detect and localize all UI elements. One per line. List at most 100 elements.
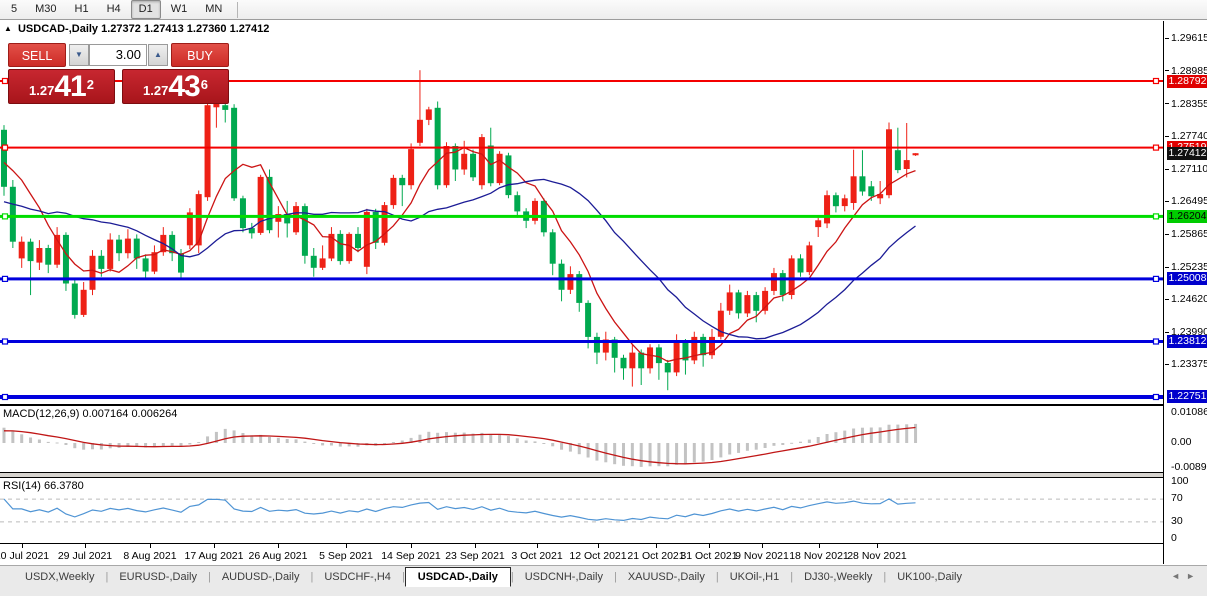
price-tick [1165, 103, 1169, 104]
date-tick [214, 544, 215, 548]
date-tick [762, 544, 763, 548]
price-tick [1165, 364, 1169, 365]
chart-symbol: USDCAD-,Daily [18, 23, 98, 35]
macd-indicator-pane: MACD(12,26,9) 0.007164 0.006264 [0, 405, 1163, 473]
price-tick [1165, 38, 1169, 39]
current-price-badge: 1.27412 [1167, 147, 1207, 160]
collapse-icon[interactable]: ▲ [4, 24, 12, 33]
rsi-value: 66.3780 [44, 480, 84, 492]
date-tick [537, 544, 538, 548]
chevron-up-icon: ▲ [154, 50, 162, 59]
macd-value: 0.007164 [82, 408, 128, 420]
buy-price-display[interactable]: 1.27436 [122, 69, 229, 104]
date-tick [85, 544, 86, 548]
timeframe-button-h1[interactable]: H1 [67, 0, 97, 19]
buy-button[interactable]: BUY [171, 43, 229, 67]
timeframe-button-h4[interactable]: H4 [99, 0, 129, 19]
date-tick-label: 17 Aug 2021 [179, 550, 249, 562]
rsi-tick-label: 100 [1171, 475, 1189, 487]
macd-signal-value: 0.006264 [131, 408, 177, 420]
date-tick [411, 544, 412, 548]
price-tick-label: 1.23375 [1171, 358, 1207, 370]
date-tick [346, 544, 347, 548]
rsi-tick-label: 70 [1171, 492, 1183, 504]
date-axis[interactable]: 20 Jul 202129 Jul 20218 Aug 202117 Aug 2… [0, 544, 1163, 564]
timeframe-button-mn[interactable]: MN [197, 0, 230, 19]
symbol-tab-bar: USDX,Weekly|EURUSD-,Daily|AUDUSD-,Daily|… [0, 565, 1207, 596]
price-tick-label: 1.29615 [1171, 32, 1207, 44]
timeframe-button-d1[interactable]: D1 [131, 0, 161, 19]
volume-input[interactable]: 3.00 [89, 44, 147, 66]
rsi-indicator-pane: RSI(14) 66.3780 [0, 477, 1163, 544]
date-tick [278, 544, 279, 548]
price-tick [1165, 169, 1169, 170]
ohlc-close: 1.27412 [230, 23, 270, 35]
date-tick-label: 29 Jul 2021 [50, 550, 120, 562]
rsi-line-chart [0, 478, 1163, 545]
date-tick [877, 544, 878, 548]
price-tick [1165, 332, 1169, 333]
price-tick [1165, 136, 1169, 137]
price-level-badge: 1.23812 [1167, 335, 1207, 348]
price-tick [1165, 70, 1169, 71]
volume-increase-button[interactable]: ▲ [148, 44, 168, 66]
volume-decrease-button[interactable]: ▼ [69, 44, 89, 66]
macd-tick-label: -0.008974 [1171, 461, 1207, 473]
symbol-tabs: USDX,Weekly|EURUSD-,Daily|AUDUSD-,Daily|… [14, 566, 973, 588]
tab-uk100-daily[interactable]: UK100-,Daily [886, 568, 973, 586]
date-tick-label: 28 Nov 2021 [842, 550, 912, 562]
price-tick-label: 1.25235 [1171, 261, 1207, 273]
scroll-left-icon[interactable]: ◄ [1171, 571, 1186, 581]
date-tick [150, 544, 151, 548]
date-tick-label: 3 Oct 2021 [502, 550, 572, 562]
tab-audusd-daily[interactable]: AUDUSD-,Daily [211, 568, 311, 586]
rsi-tick-label: 0 [1171, 532, 1177, 544]
date-tick-label: 20 Jul 2021 [0, 550, 57, 562]
one-click-trade-panel: SELL ▼ 3.00 ▲ BUY 1.27412 1.27436 [8, 43, 229, 104]
chevron-down-icon: ▼ [75, 50, 83, 59]
timeframe-toolbar: 5M30H1H4D1W1MN [0, 0, 1207, 20]
timeframe-button-5[interactable]: 5 [3, 0, 25, 19]
scroll-right-icon[interactable]: ► [1186, 571, 1201, 581]
tab-usdx-weekly[interactable]: USDX,Weekly [14, 568, 105, 586]
date-tick-label: 5 Sep 2021 [311, 550, 381, 562]
sell-button[interactable]: SELL [8, 43, 66, 67]
tab-ukoil-h1[interactable]: UKOil-,H1 [719, 568, 791, 586]
macd-label: MACD(12,26,9) 0.007164 0.006264 [3, 408, 177, 420]
date-tick-label: 23 Sep 2021 [440, 550, 510, 562]
tab-dj30-weekly[interactable]: DJ30-,Weekly [793, 568, 883, 586]
chart-title: ▲ USDCAD-,Daily 1.27372 1.27413 1.27360 … [4, 23, 269, 35]
macd-tick-label: 0.010869 [1171, 406, 1207, 418]
tab-usdcnh-daily[interactable]: USDCNH-,Daily [514, 568, 614, 586]
tab-scroll-arrows: ◄► [1171, 571, 1201, 581]
price-tick-label: 1.24620 [1171, 293, 1207, 305]
date-tick-label: 26 Aug 2021 [243, 550, 313, 562]
sell-price-display[interactable]: 1.27412 [8, 69, 115, 104]
price-tick-label: 1.26495 [1171, 195, 1207, 207]
date-tick-label: 14 Sep 2021 [376, 550, 446, 562]
price-tick-label: 1.28355 [1171, 98, 1207, 110]
price-level-badge: 1.25008 [1167, 272, 1207, 285]
price-tick [1165, 201, 1169, 202]
tab-eurusd-daily[interactable]: EURUSD-,Daily [108, 568, 208, 586]
price-tick [1165, 299, 1169, 300]
price-tick [1165, 267, 1169, 268]
toolbar-divider [237, 2, 238, 18]
price-axis[interactable]: 1.296151.289851.283551.277401.271101.264… [1163, 21, 1207, 564]
ohlc-open: 1.27372 [101, 23, 141, 35]
price-level-badge: 1.26204 [1167, 210, 1207, 223]
tab-xauusd-daily[interactable]: XAUUSD-,Daily [617, 568, 716, 586]
tab-usdcad-daily[interactable]: USDCAD-,Daily [405, 567, 511, 587]
price-tick-label: 1.25865 [1171, 228, 1207, 240]
date-tick [656, 544, 657, 548]
price-tick [1165, 234, 1169, 235]
macd-tick-label: 0.00 [1171, 436, 1191, 448]
ohlc-high: 1.27413 [144, 23, 184, 35]
rsi-tick-label: 30 [1171, 515, 1183, 527]
timeframe-button-m30[interactable]: M30 [27, 0, 64, 19]
timeframe-button-w1[interactable]: W1 [163, 0, 196, 19]
price-tick-label: 1.27110 [1171, 163, 1207, 175]
date-tick [819, 544, 820, 548]
date-tick [22, 544, 23, 548]
tab-usdchf-h4[interactable]: USDCHF-,H4 [313, 568, 402, 586]
